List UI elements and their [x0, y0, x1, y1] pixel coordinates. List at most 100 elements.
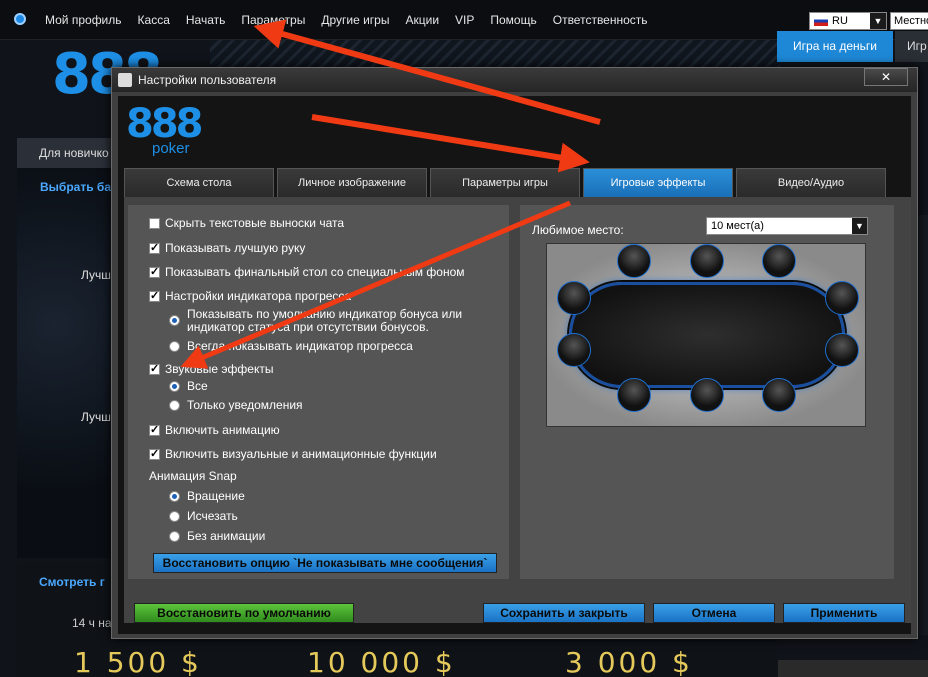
menu-item-other-games[interactable]: Другие игры	[321, 13, 389, 27]
sound-all-radio[interactable]: Все	[169, 379, 208, 393]
seat-button[interactable]	[690, 378, 724, 412]
app-icon	[118, 73, 132, 87]
enable-visual-checkbox[interactable]: Включить визуальные и анимационные функц…	[149, 447, 437, 461]
restore-defaults-button[interactable]: Восстановить по умолчанию	[134, 603, 354, 623]
tab-play-money[interactable]: Игр	[895, 31, 928, 62]
checkbox-checked[interactable]	[149, 447, 160, 460]
logo-number: 888	[126, 101, 203, 147]
radio-selected[interactable]	[169, 380, 180, 392]
menu-item-cashier[interactable]: Касса	[138, 13, 170, 27]
lobby-right-bottom	[778, 660, 928, 677]
tab-game-effects[interactable]: Игровые эффекты	[583, 168, 733, 197]
time-select[interactable]: Местное	[890, 12, 928, 30]
menu-item-responsibility[interactable]: Ответственность	[553, 13, 648, 27]
lobby-banner[interactable]	[210, 40, 780, 68]
tab-real-money[interactable]: Игра на деньги	[777, 31, 893, 62]
dialog-body: 888 poker Схема стола Личное изображение…	[118, 96, 911, 634]
chevron-down-icon: ▼	[852, 218, 867, 234]
888poker-logo: 888 poker	[126, 101, 203, 157]
radio-selected[interactable]	[169, 490, 180, 502]
progress-settings-checkbox[interactable]: Настройки индикатора прогресса	[149, 289, 351, 303]
show-best-hand-checkbox[interactable]: Показывать лучшую руку	[149, 241, 305, 255]
chevron-down-icon: ▼	[870, 13, 886, 29]
snap-rotate-radio[interactable]: Вращение	[169, 489, 245, 503]
lobby-left-panel: Лучш Лучш	[17, 168, 113, 558]
favorite-seat-value: 10 мест(а)	[711, 220, 764, 232]
cancel-button[interactable]: Отмена	[653, 603, 775, 623]
table-felt	[569, 282, 845, 388]
snap-none-radio[interactable]: Без анимации	[169, 529, 265, 543]
radio-unselected[interactable]	[169, 340, 180, 352]
option-label: Показывать лучшую руку	[165, 241, 306, 255]
menu-item-settings[interactable]: Параметры	[241, 13, 305, 27]
progress-default-radio[interactable]: Показывать по умолчанию индикатор бонуса…	[169, 308, 489, 334]
logo-text: poker	[152, 140, 190, 157]
option-label: Исчезать	[187, 509, 238, 523]
apply-button[interactable]: Применить	[783, 603, 905, 623]
watch-label[interactable]: Смотреть г	[39, 575, 105, 589]
language-value: RU	[832, 15, 848, 27]
option-label: Включить анимацию	[165, 423, 280, 437]
tab-table-layout[interactable]: Схема стола	[124, 168, 274, 197]
seat-button[interactable]	[557, 281, 591, 315]
seat-button[interactable]	[825, 281, 859, 315]
dialog-titlebar[interactable]: Настройки пользователя ✕	[112, 68, 917, 92]
radio-unselected[interactable]	[169, 399, 180, 411]
sound-effects-checkbox[interactable]: Звуковые эффекты	[149, 362, 273, 376]
menu-item-start[interactable]: Начать	[186, 13, 226, 27]
seat-button[interactable]	[617, 378, 651, 412]
prize-amount: 3 000 $	[565, 646, 693, 677]
show-final-table-checkbox[interactable]: Показывать финальный стол со специальным…	[149, 265, 465, 279]
favorite-seat-select[interactable]: 10 мест(а) ▼	[706, 217, 868, 235]
settings-tabs: Схема стола Личное изображение Параметры…	[124, 168, 889, 197]
save-close-button[interactable]: Сохранить и закрыть	[483, 603, 645, 623]
table-preview	[546, 243, 866, 427]
option-label: Без анимации	[187, 529, 266, 543]
radio-selected[interactable]	[169, 315, 180, 326]
menu-item-vip[interactable]: VIP	[455, 13, 474, 27]
tab-personal-image[interactable]: Личное изображение	[277, 168, 427, 197]
checkbox-checked[interactable]	[149, 265, 160, 278]
option-label: Вращение	[187, 489, 245, 503]
checkbox-checked[interactable]	[149, 362, 160, 375]
select-buyin-label[interactable]: Выбрать ба	[40, 180, 111, 194]
snap-fade-radio[interactable]: Исчезать	[169, 509, 238, 523]
option-label: Всегда показывать индикатор прогресса	[187, 339, 413, 353]
tab-video-audio[interactable]: Видео/Аудио	[736, 168, 886, 197]
menu-item-profile[interactable]: Мой профиль	[45, 13, 122, 27]
tab-game-settings[interactable]: Параметры игры	[430, 168, 580, 197]
tab-beginners[interactable]: Для новичко	[17, 138, 113, 168]
close-button[interactable]: ✕	[864, 68, 908, 86]
menu-item-help[interactable]: Помощь	[490, 13, 536, 27]
option-label: Только уведомления	[187, 398, 303, 412]
radio-unselected[interactable]	[169, 510, 180, 522]
seat-button[interactable]	[762, 244, 796, 278]
favorite-seat-panel: Любимое место: 10 мест(а) ▼	[520, 205, 894, 579]
progress-always-radio[interactable]: Всегда показывать индикатор прогресса	[169, 339, 413, 353]
prize-amount: 10 000 $	[307, 646, 456, 677]
sound-notifications-radio[interactable]: Только уведомления	[169, 398, 303, 412]
hide-chat-checkbox[interactable]: Скрыть текстовые выноски чата	[149, 216, 344, 230]
best-label-1: Лучш	[81, 268, 111, 282]
checkbox-checked[interactable]	[149, 289, 160, 302]
restore-messages-button[interactable]: Восстановить опцию `Не показывать мне со…	[153, 553, 497, 573]
checkbox-checked[interactable]	[149, 241, 160, 254]
checkbox-unchecked[interactable]	[149, 217, 160, 229]
radio-unselected[interactable]	[169, 530, 180, 542]
menu-item-promotions[interactable]: Акции	[405, 13, 439, 27]
favorite-seat-label: Любимое место:	[532, 223, 624, 237]
seat-button[interactable]	[557, 333, 591, 367]
hours-label: 14 ч на	[72, 616, 112, 630]
seat-button[interactable]	[825, 333, 859, 367]
enable-animation-checkbox[interactable]: Включить анимацию	[149, 423, 280, 437]
option-label: Звуковые эффекты	[165, 362, 274, 376]
language-select[interactable]: RU ▼	[809, 12, 887, 30]
russia-flag-icon	[814, 16, 828, 26]
snap-animation-label: Анимация Snap	[149, 469, 237, 483]
game-effects-content: Скрыть текстовые выноски чата Показывать…	[124, 197, 911, 623]
seat-button[interactable]	[762, 378, 796, 412]
app-icon[interactable]	[14, 13, 26, 25]
seat-button[interactable]	[617, 244, 651, 278]
checkbox-checked[interactable]	[149, 423, 160, 436]
seat-button[interactable]	[690, 244, 724, 278]
